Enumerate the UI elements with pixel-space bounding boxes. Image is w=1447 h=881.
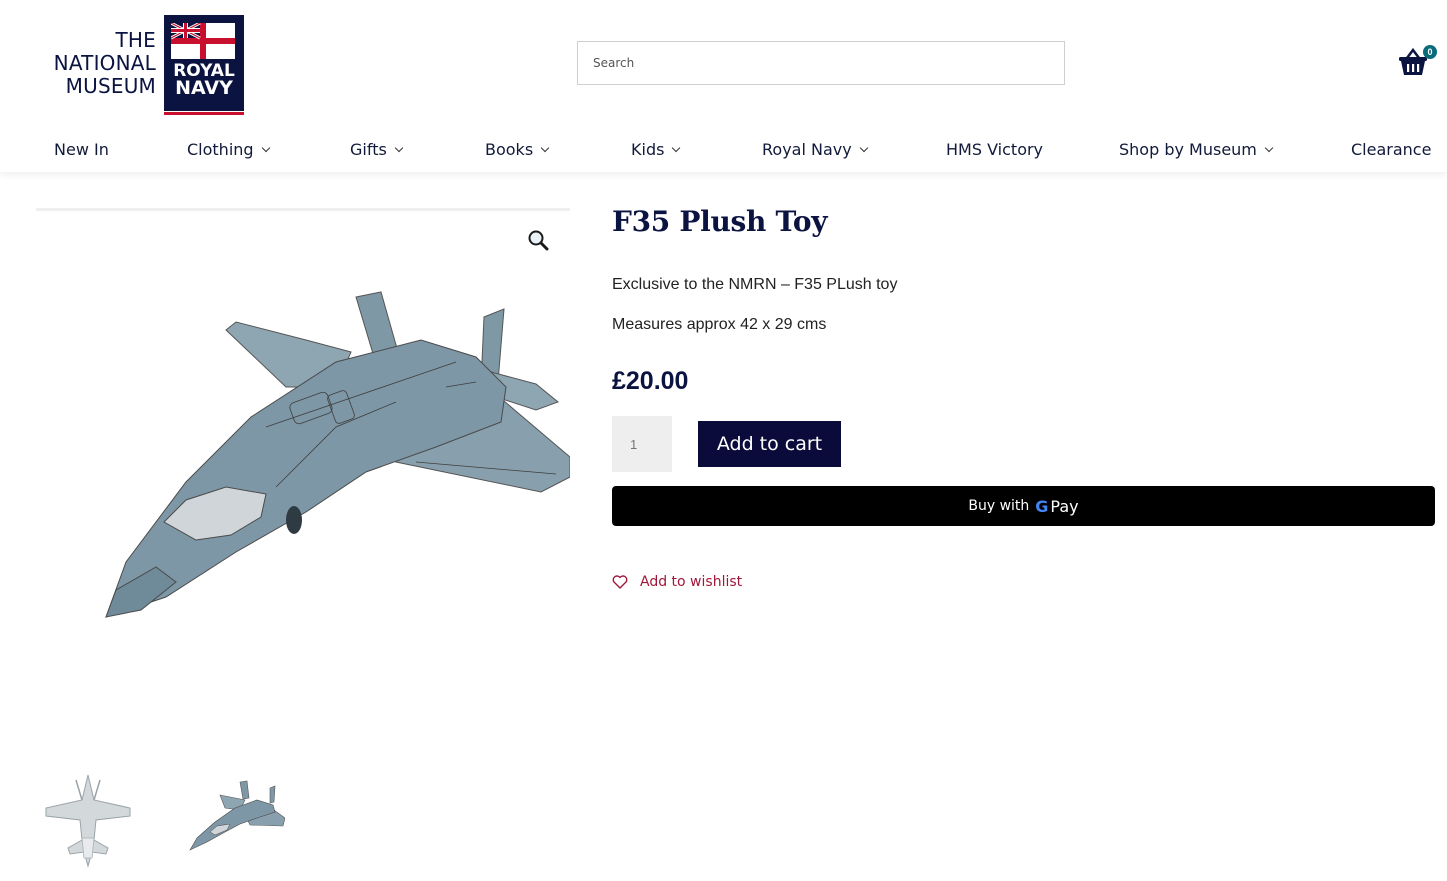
nav-item-label: Books — [485, 140, 534, 159]
add-to-wishlist-link[interactable]: Add to wishlist — [612, 574, 742, 590]
logo-text: THE NATIONAL MUSEUM — [40, 29, 156, 98]
nav-item-label: HMS Victory — [946, 140, 1044, 159]
search-input[interactable] — [577, 41, 1065, 85]
logo-line-the: THE — [115, 28, 156, 52]
add-to-cart-button[interactable]: Add to cart — [698, 421, 841, 467]
nav-item-hms-victory[interactable]: HMS Victory — [946, 140, 1043, 159]
logo-navy-text: NAVY — [175, 77, 233, 99]
chevron-down-icon — [261, 143, 270, 152]
gallery-divider — [36, 208, 570, 211]
chevron-down-icon — [394, 143, 404, 152]
white-ensign-flag-icon — [171, 23, 235, 59]
nav-item-new-in[interactable]: New In — [54, 140, 109, 159]
nav-item-label: Clothing — [187, 140, 254, 159]
magnifier-icon[interactable] — [527, 229, 549, 251]
gpay-pay-text: Pay — [1050, 496, 1079, 516]
chevron-down-icon — [859, 143, 868, 152]
google-g-icon: G — [1035, 496, 1049, 516]
nav-item-label: Kids — [631, 140, 665, 159]
nav-item-clothing[interactable]: Clothing — [187, 140, 270, 159]
heart-icon — [612, 575, 628, 589]
product-description-line: Exclusive to the NMRN – F35 PLush toy — [612, 276, 898, 293]
product-title: F35 Plush Toy — [612, 205, 828, 238]
logo-line-national: NATIONAL — [53, 51, 156, 75]
chevron-down-icon — [672, 143, 681, 152]
nav-item-shop-by-museum[interactable]: Shop by Museum — [1119, 140, 1274, 159]
main-navigation: New In Clothing Gifts Books Kids Royal N… — [0, 128, 1447, 172]
nav-item-label: New In — [54, 140, 109, 159]
thumbnail-top-view[interactable] — [38, 770, 138, 870]
cart-count-badge[interactable]: 0 — [1423, 45, 1437, 59]
gpay-prefix: Buy with — [968, 498, 1030, 514]
nav-item-clearance[interactable]: Clearance — [1351, 140, 1431, 159]
thumbnail-angle-view[interactable] — [185, 770, 285, 870]
quantity-input[interactable] — [612, 416, 672, 472]
nav-item-gifts[interactable]: Gifts — [350, 140, 404, 159]
product-dimensions-line: Measures approx 42 x 29 cms — [612, 316, 827, 333]
nav-item-kids[interactable]: Kids — [631, 140, 681, 159]
nav-item-label: Clearance — [1351, 140, 1432, 159]
wishlist-label: Add to wishlist — [640, 574, 743, 590]
nav-item-label: Gifts — [350, 140, 387, 159]
nav-item-royal-navy[interactable]: Royal Navy — [762, 140, 868, 159]
nav-item-label: Royal Navy — [762, 140, 852, 159]
google-pay-button[interactable]: Buy with G Pay — [612, 486, 1435, 526]
royal-navy-badge: ROYAL NAVY — [164, 15, 244, 115]
site-logo[interactable]: THE NATIONAL MUSEUM ROYAL NAVY — [40, 15, 246, 115]
chevron-down-icon — [1264, 143, 1274, 152]
product-main-image[interactable] — [36, 212, 570, 732]
nav-item-books[interactable]: Books — [485, 140, 550, 159]
logo-line-museum: MUSEUM — [65, 74, 156, 98]
logo-red-bar — [164, 112, 244, 115]
product-price: £20.00 — [612, 367, 689, 395]
chevron-down-icon — [540, 143, 550, 152]
nav-item-label: Shop by Museum — [1119, 140, 1257, 159]
